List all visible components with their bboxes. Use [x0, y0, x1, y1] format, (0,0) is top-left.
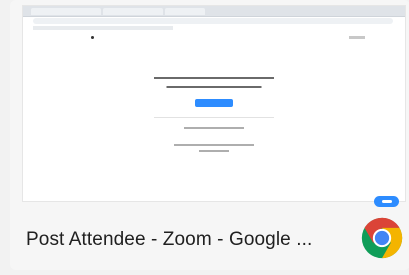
google-chrome-icon [361, 217, 403, 259]
window-thumbnail[interactable] [22, 5, 406, 202]
page-heading-line [166, 86, 262, 88]
browser-tab [165, 8, 205, 15]
page-text-line [184, 127, 244, 129]
page-header-link [349, 36, 365, 39]
browser-tab [31, 8, 101, 15]
browser-bookmarks-bar [33, 26, 173, 30]
window-title: Post Attendee - Zoom - Google ... [26, 229, 313, 250]
page-primary-button [195, 99, 233, 107]
page-divider [154, 117, 274, 118]
page-footer-line [199, 150, 229, 152]
browser-tab-bar [23, 6, 405, 17]
browser-address-bar [33, 18, 393, 24]
page-heading-line [154, 77, 274, 79]
zoom-badge-icon [374, 196, 399, 207]
page-footer-line [174, 144, 254, 146]
browser-tab [103, 8, 163, 15]
page-logo-dot [91, 36, 94, 39]
